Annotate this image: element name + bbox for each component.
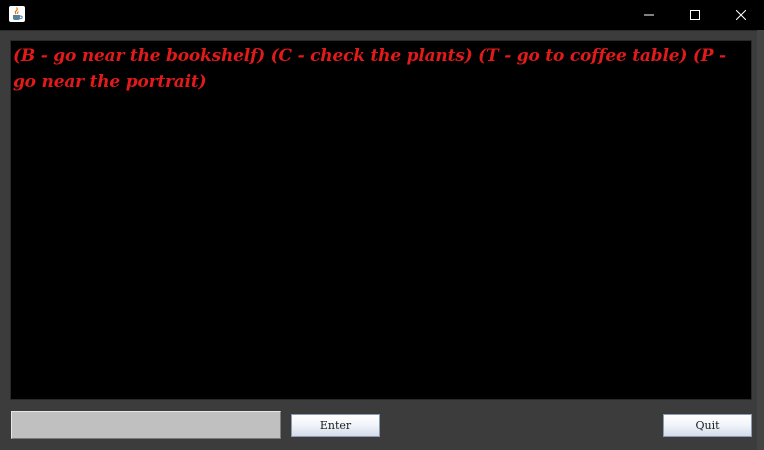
- title-bar: [0, 0, 764, 30]
- command-input[interactable]: [11, 411, 281, 439]
- close-button[interactable]: [718, 0, 764, 30]
- enter-button[interactable]: Enter: [291, 414, 380, 437]
- quit-button[interactable]: Quit: [663, 414, 752, 437]
- title-bar-divider: [0, 30, 764, 31]
- minimize-icon: [644, 14, 654, 16]
- close-icon: [736, 10, 746, 20]
- java-cup-icon: [9, 6, 25, 22]
- maximize-button[interactable]: [672, 0, 718, 30]
- game-output-text: (B - go near the bookshelf) (C - check t…: [13, 46, 726, 92]
- window-right-edge: [757, 30, 764, 450]
- maximize-icon: [690, 10, 700, 20]
- game-output-area: (B - go near the bookshelf) (C - check t…: [10, 40, 752, 400]
- minimize-button[interactable]: [626, 0, 672, 30]
